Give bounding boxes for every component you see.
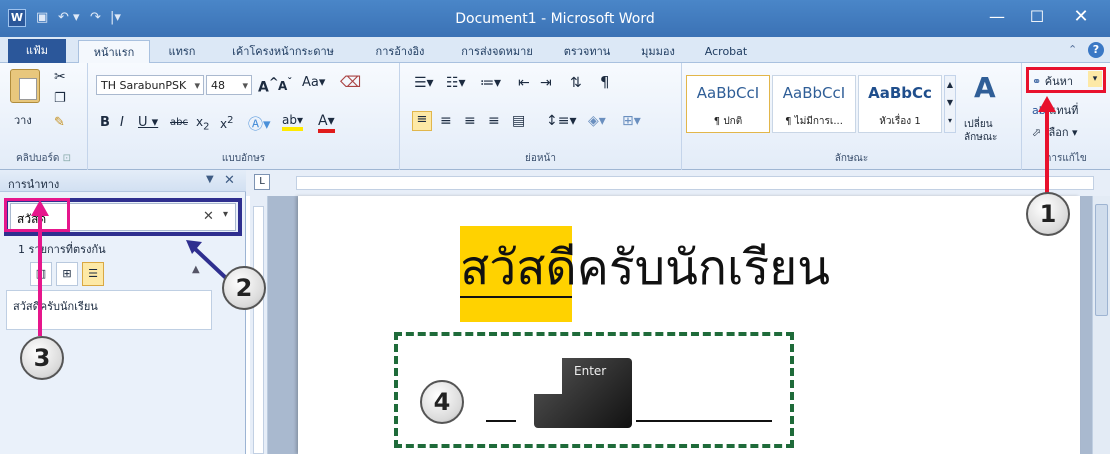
arrow-3-head: [31, 200, 49, 216]
callout-1-badge: 1: [1026, 192, 1070, 236]
callout-3-badge: 3: [20, 336, 64, 380]
arrow-2: [190, 244, 228, 280]
callout-arrows: [31, 96, 1056, 336]
callout-4-badge: 4: [420, 380, 464, 424]
callout-2-badge: 2: [222, 266, 266, 310]
arrow-1-head: [1038, 96, 1056, 112]
